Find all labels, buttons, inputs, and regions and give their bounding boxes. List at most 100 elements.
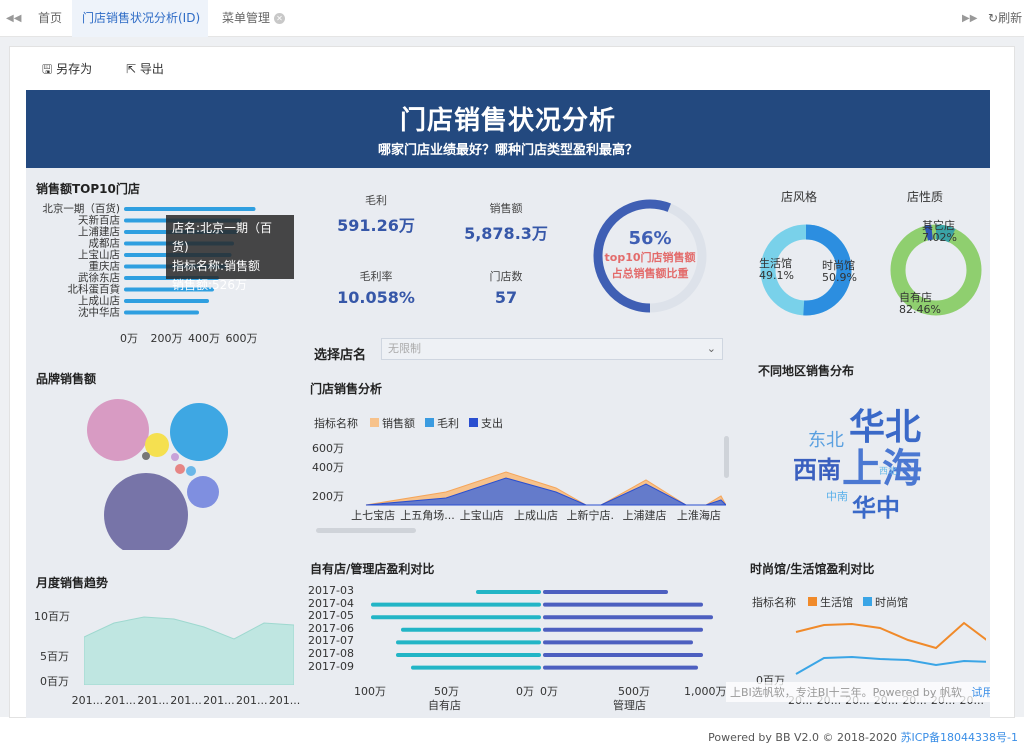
export-button[interactable]: ⇱ 导出 <box>126 60 164 77</box>
watermark-text: 上BI选帆软，专注BI十三年。Powered by 帆软 <box>730 686 962 699</box>
region-word: 中南 <box>826 490 848 503</box>
own-bar <box>396 640 541 645</box>
top10-x-tick: 600万 <box>226 332 258 345</box>
export-icon: ⇱ <box>126 62 137 76</box>
brand-bubble <box>104 473 188 550</box>
banner: 门店销售状况分析 哪家门店业绩最好？哪种门店类型盈利最高？ <box>26 90 990 168</box>
brand-bubble <box>87 399 149 461</box>
top10-bar <box>124 299 209 303</box>
close-icon[interactable]: ✕ <box>274 13 286 24</box>
scroll-placeholder <box>344 436 347 496</box>
x-tick: 1,000万 <box>684 685 727 698</box>
footer-text: Powered by BB V2.0 © 2018-2020 <box>708 731 897 744</box>
gauge-label: 56% top10门店销售额 占总销售额比重 <box>592 228 708 281</box>
top10-title: 销售额TOP10门店 <box>36 182 140 196</box>
top10-store-label: 北京一期（百货) <box>42 202 120 215</box>
horizontal-scrollbar[interactable] <box>316 528 416 533</box>
brand-bubble <box>171 453 179 461</box>
region-word: 西北 <box>879 467 898 477</box>
top10-bar <box>124 207 256 211</box>
report-subtitle: 哪家门店业绩最好？哪种门店类型盈利最高？ <box>377 143 638 158</box>
legend-sales: 销售额 <box>382 417 415 430</box>
top10-store-label: 上浦建店 <box>78 225 120 238</box>
refresh-icon: ↻ <box>988 11 999 25</box>
legend-title: 指标名称 <box>752 596 796 609</box>
fashion-life-line-chart <box>795 621 986 675</box>
x-tick: 上宝山店 <box>459 509 504 522</box>
legend-swatch-fashion <box>862 597 872 606</box>
dashboard: 门店销售状况分析 哪家门店业绩最好？哪种门店类型盈利最高？ 销售额TOP10门店… <box>26 90 990 718</box>
top10-x-tick: 400万 <box>188 332 220 345</box>
nature-own-value: 82.46% <box>899 303 941 316</box>
x-tick: 201... <box>203 694 235 707</box>
x-tick: 201... <box>235 694 268 707</box>
nature-other-label: 其它店 7.02% <box>922 220 957 244</box>
tooltip-line: 指标名称:销售额 <box>172 259 261 273</box>
top10-x-tick: 200万 <box>151 332 183 345</box>
export-label: 导出 <box>139 62 164 76</box>
footer: Powered by BB V2.0 © 2018-2020 苏ICP备1804… <box>708 729 1018 745</box>
save-as-label: 另存为 <box>56 62 93 76</box>
y-tick: 10百万 <box>34 610 70 623</box>
brand-bubble <box>175 464 185 474</box>
tab-home[interactable]: 首页 <box>28 0 72 37</box>
trial-mode-link[interactable]: 试用模式 <box>971 686 990 699</box>
area-profit <box>365 477 726 506</box>
nature-other-value: 7.02% <box>922 231 957 244</box>
mgmt-bar <box>543 653 703 657</box>
monthly-x-axis: 201... 201... 201... 201... 201... 201... 201.… <box>71 694 301 708</box>
icp-link[interactable]: 苏ICP备18044338号-1 <box>900 731 1018 744</box>
style-fashion-value: 50.9% <box>822 271 857 284</box>
kpi-gross-label: 毛利 <box>365 194 387 207</box>
store-area-chart <box>365 471 726 506</box>
tab-bar: ◀◀ 首页 门店销售状况分析(ID)✕ 菜单管理✕ ▶▶ ↻刷新 <box>0 0 1024 61</box>
brand-bubble <box>170 403 228 461</box>
chevron-down-icon: ⌄ <box>706 342 716 355</box>
mgmt-bar <box>543 640 693 645</box>
x-tick: 201... <box>137 694 169 707</box>
kpi-gross-value: 591.26万 <box>337 216 415 235</box>
brand-bubble <box>142 452 150 460</box>
refresh-button[interactable]: ↻刷新 <box>988 0 1022 37</box>
store-select[interactable]: 无限制 ⌄ <box>381 338 723 360</box>
axis-label-mgmt: 管理店 <box>613 699 646 712</box>
legend-life: 生活馆 <box>820 596 853 609</box>
tab-store-sales[interactable]: 门店销售状况分析(ID)✕ <box>72 0 208 61</box>
top10-store-label: 北科蛋百貨 <box>68 283 121 296</box>
top10-store-label: 沈中华店 <box>78 306 120 319</box>
own-bar <box>411 665 541 670</box>
save-as-button[interactable]: 🖫 另存为 <box>42 60 92 81</box>
mgmt-bar <box>543 665 698 670</box>
tab-menu-manage[interactable]: 菜单管理 ✕ <box>214 0 294 37</box>
own-vs-mgmt-bars <box>371 590 713 670</box>
legend-swatch-sales <box>369 418 379 427</box>
line-fashion <box>795 655 986 675</box>
kpi-rate: 毛利率 10.058% <box>326 268 426 307</box>
brand-bubble <box>186 466 196 476</box>
own-bar <box>371 615 541 620</box>
y-tick: 5百万 <box>40 650 69 663</box>
fashion-life-legend: 指标名称 生活馆 时尚馆 <box>752 594 908 610</box>
legend-swatch-expense <box>468 418 478 427</box>
store-analysis-title: 门店销售分析 <box>310 382 383 396</box>
kpi-sales-label: 销售额 <box>489 202 523 215</box>
top10-store-label: 重庆店 <box>89 260 121 273</box>
kpi-count-label: 门店数 <box>489 270 523 283</box>
monthly-area <box>84 616 294 685</box>
x-tick: 上浦建店 <box>622 509 667 522</box>
monthly-area-chart <box>84 616 294 685</box>
store-analysis-legend: 指标名称 销售额 毛利 支出 <box>314 415 503 431</box>
own-bar <box>401 627 541 632</box>
top10-store-label: 武徐东店 <box>78 271 120 284</box>
brand-title: 品牌销售额 <box>36 372 97 386</box>
store-select-value: 无限制 <box>388 342 421 355</box>
month-label: 2017-03 <box>308 584 354 597</box>
tabs-next-icon[interactable]: ▶▶ <box>962 0 977 37</box>
vertical-scrollbar[interactable] <box>724 436 729 478</box>
tabs-prev-icon[interactable]: ◀◀ <box>6 0 21 37</box>
kpi-gross: 毛利 591.26万 <box>326 192 426 236</box>
mgmt-bar <box>543 615 713 620</box>
region-word: 东北 <box>808 430 844 451</box>
x-tick: 201... <box>104 694 137 707</box>
y-tick: 0百万 <box>40 675 69 688</box>
